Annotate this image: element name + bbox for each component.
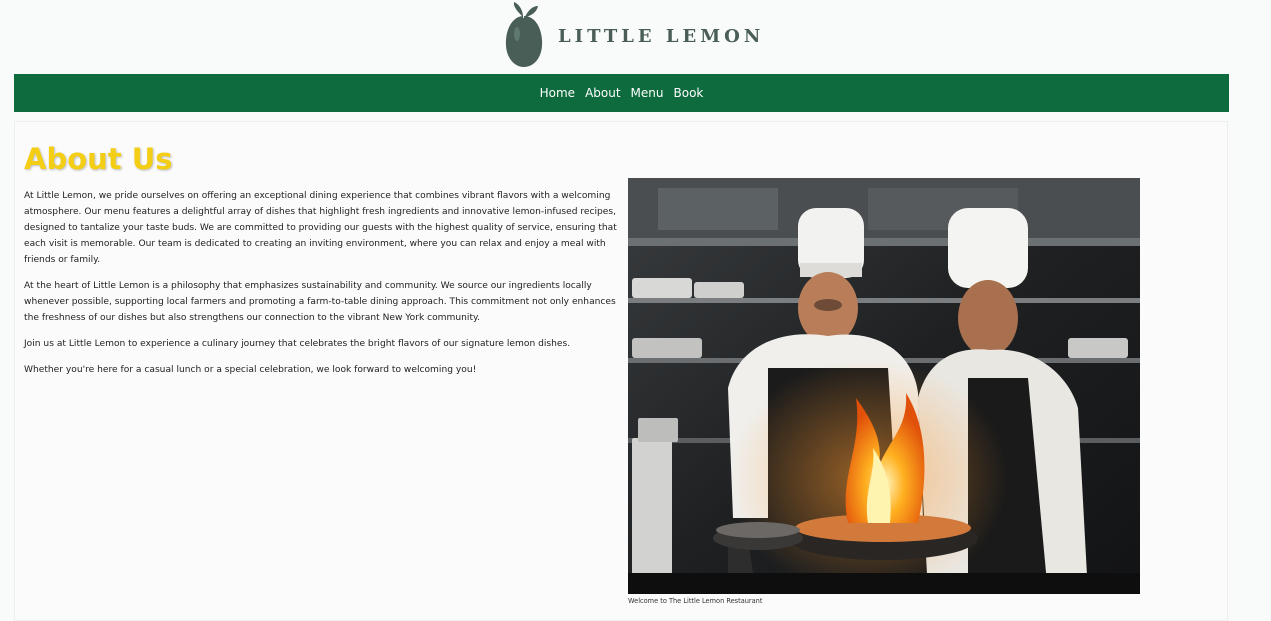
about-paragraph-2: At the heart of Little Lemon is a philos…	[24, 281, 616, 323]
main-navigation: Home About Menu Book	[14, 74, 1229, 112]
chefs-photo-figure: Welcome to The Little Lemon Restaurant	[628, 178, 1141, 605]
lemon-logo-icon	[505, 2, 543, 67]
nav-link-home[interactable]: Home	[540, 86, 575, 100]
about-paragraph-1: At Little Lemon, we pride ourselves on o…	[24, 191, 617, 265]
about-text: At Little Lemon, we pride ourselves on o…	[24, 188, 624, 388]
nav-link-menu[interactable]: Menu	[631, 86, 664, 100]
about-section: About Us At Little Lemon, we pride ourse…	[14, 121, 1228, 621]
chefs-photo	[628, 178, 1140, 594]
photo-caption: Welcome to The Little Lemon Restaurant	[628, 597, 763, 605]
brand-logo[interactable]: LITTLE LEMON	[504, 2, 764, 68]
nav-link-about[interactable]: About	[585, 86, 620, 100]
about-paragraph-4: Whether you're here for a casual lunch o…	[24, 365, 477, 375]
page-title: About Us	[24, 142, 173, 176]
nav-link-book[interactable]: Book	[674, 86, 704, 100]
site-header: LITTLE LEMON	[0, 0, 1271, 74]
brand-name: LITTLE LEMON	[558, 25, 765, 47]
about-paragraph-3: Join us at Little Lemon to experience a …	[24, 339, 571, 349]
